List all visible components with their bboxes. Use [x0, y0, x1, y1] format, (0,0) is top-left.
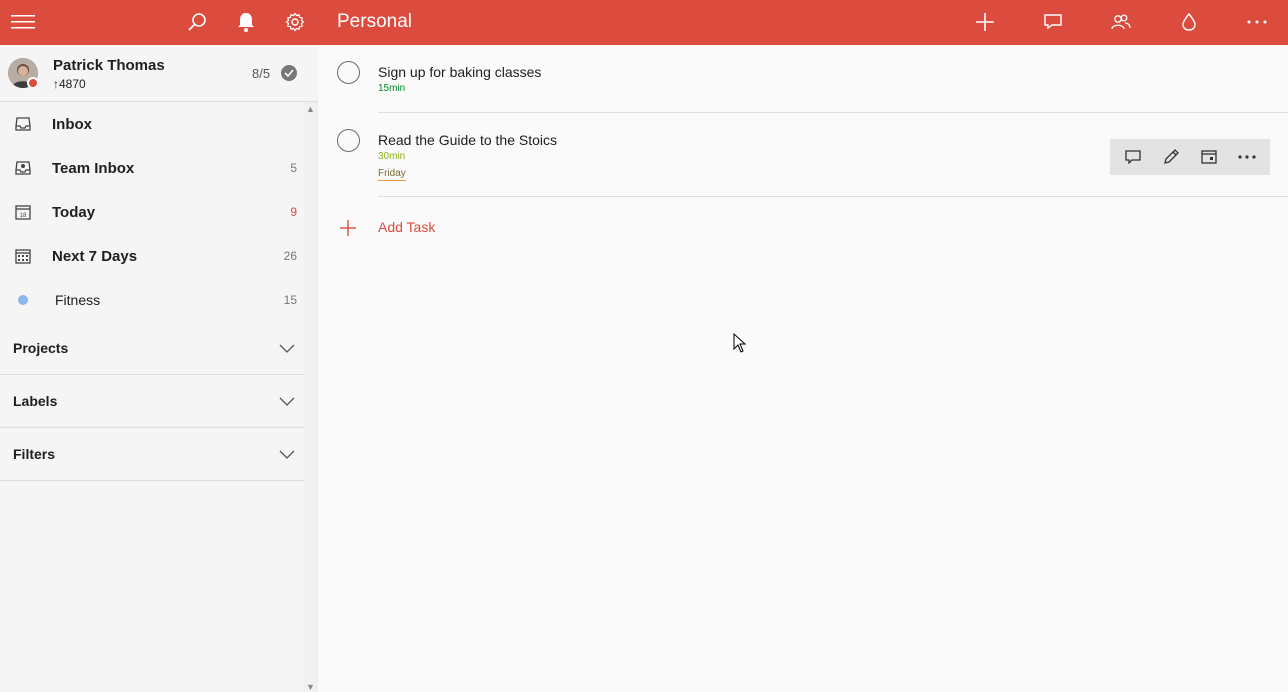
team-inbox-icon [14, 159, 32, 177]
user-name: Patrick Thomas [53, 57, 165, 74]
people-icon[interactable] [1107, 8, 1135, 36]
calendar-week-icon [14, 247, 32, 265]
comment-icon[interactable] [1039, 8, 1067, 36]
gear-icon[interactable] [281, 8, 309, 36]
section-label: Filters [13, 446, 56, 462]
daily-goal: 8/5 [252, 66, 271, 81]
section-label: Projects [13, 340, 69, 356]
sidebar-item-fitness[interactable]: Fitness 15 [0, 278, 304, 322]
scroll-up-icon[interactable]: ▲ [306, 104, 315, 114]
sidebar-item-label: Next 7 Days [52, 247, 138, 265]
task-checkbox[interactable] [337, 61, 360, 84]
task-duration-label: 15min [378, 83, 406, 94]
section-filters[interactable]: Filters [0, 428, 304, 481]
top-bar: Personal [0, 0, 1288, 45]
task-action-bar [1110, 139, 1270, 175]
sidebar-item-label: Today [52, 203, 96, 221]
section-labels[interactable]: Labels [0, 375, 304, 428]
sidebar-item-count: 9 [290, 205, 297, 219]
more-icon[interactable] [1233, 143, 1261, 171]
comment-icon[interactable] [1119, 143, 1147, 171]
chevron-down-icon[interactable] [279, 393, 295, 409]
check-icon [281, 65, 297, 81]
inbox-icon [14, 115, 32, 133]
sidebar-item-count: 15 [283, 293, 297, 307]
schedule-icon[interactable] [1195, 143, 1223, 171]
chevron-down-icon[interactable] [279, 446, 295, 462]
sidebar-scrollbar[interactable]: ▲ ▼ [304, 102, 318, 692]
task-due-date[interactable]: Friday [378, 168, 406, 181]
task-checkbox[interactable] [337, 129, 360, 152]
task-title: Sign up for baking classes [378, 64, 542, 80]
divider [378, 196, 1288, 197]
section-label: Labels [13, 393, 58, 409]
drop-icon[interactable] [1175, 8, 1203, 36]
add-task-label: Add Task [378, 219, 436, 235]
chevron-down-icon[interactable] [279, 340, 295, 356]
sidebar-nav: Inbox Team Inbox 5 18 Today 9 Next 7 Day… [0, 102, 304, 692]
sidebar-item-label: Team Inbox [52, 159, 135, 177]
sidebar: Patrick Thomas ↑4870 8/5 Inbox Team Inbo… [0, 45, 318, 692]
premium-badge-icon [27, 77, 39, 89]
sidebar-item-inbox[interactable]: Inbox [0, 102, 304, 146]
page-title: Personal [337, 11, 412, 32]
karma-score: ↑4870 [53, 77, 86, 91]
task-list: Sign up for baking classes 15min Read th… [318, 45, 1288, 692]
task-title: Read the Guide to the Stoics [378, 132, 557, 148]
bell-icon[interactable] [232, 8, 260, 36]
sidebar-item-label: Fitness [55, 292, 101, 308]
sidebar-item-count: 5 [290, 161, 297, 175]
plus-icon[interactable] [971, 8, 999, 36]
plus-icon [338, 218, 358, 238]
task-item[interactable]: Sign up for baking classes 15min [318, 45, 1288, 113]
calendar-today-icon: 18 [14, 203, 32, 221]
add-task-button[interactable]: Add Task [338, 216, 435, 240]
sidebar-item-next-7-days[interactable]: Next 7 Days 26 [0, 234, 304, 278]
project-dot-icon [14, 291, 32, 309]
sidebar-item-count: 26 [283, 249, 297, 263]
sidebar-item-label: Inbox [52, 115, 92, 133]
user-profile[interactable]: Patrick Thomas ↑4870 8/5 [0, 45, 318, 102]
search-icon[interactable] [183, 8, 211, 36]
calendar-day-number: 18 [20, 213, 27, 219]
edit-icon[interactable] [1157, 143, 1185, 171]
section-projects[interactable]: Projects [0, 322, 304, 375]
sidebar-item-team-inbox[interactable]: Team Inbox 5 [0, 146, 304, 190]
sidebar-item-today[interactable]: 18 Today 9 [0, 190, 304, 234]
scroll-down-icon[interactable]: ▼ [306, 682, 315, 692]
hamburger-icon[interactable] [9, 8, 37, 36]
task-duration-label: 30min [378, 151, 406, 162]
more-icon[interactable] [1243, 8, 1271, 36]
mouse-cursor-icon [733, 332, 747, 358]
